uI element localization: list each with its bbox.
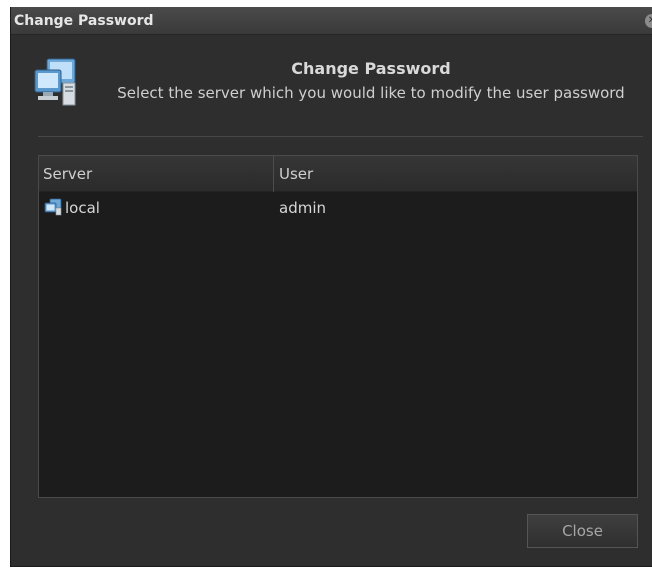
server-name: local [65, 199, 100, 217]
close-icon[interactable]: ✕ [645, 14, 652, 28]
user-cell: admin [279, 199, 326, 217]
server-icon [44, 198, 62, 216]
computers-icon [34, 58, 76, 106]
title-bar[interactable]: Change Password ✕ [11, 7, 652, 35]
table-row[interactable]: local admin [39, 194, 637, 222]
window-title: Change Password [14, 13, 154, 29]
column-header-user[interactable]: User [274, 156, 637, 192]
server-cell: local [44, 194, 274, 222]
list-header: Server User [39, 156, 637, 192]
header-description: Select the server which you would like t… [117, 84, 625, 102]
change-password-dialog: Change Password ✕ Change Password Select… [10, 7, 652, 567]
server-list[interactable]: Server User local admin [38, 155, 638, 498]
column-header-server[interactable]: Server [39, 156, 274, 192]
header-separator [38, 136, 643, 137]
close-button[interactable]: Close [527, 514, 638, 548]
header-title: Change Password [291, 59, 451, 78]
